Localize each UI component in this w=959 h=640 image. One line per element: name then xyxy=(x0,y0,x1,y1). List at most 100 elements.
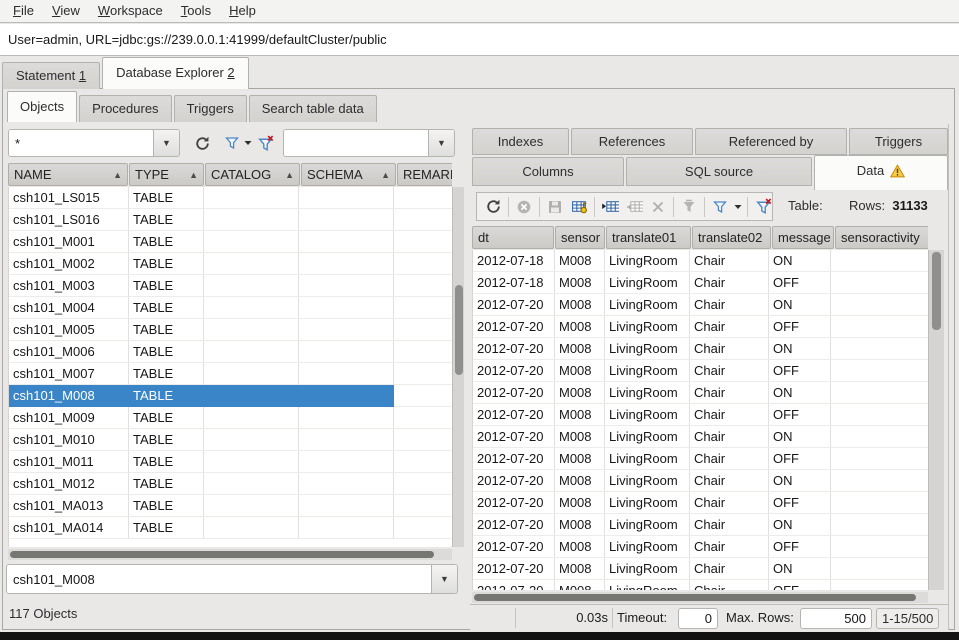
insert-row-icon[interactable] xyxy=(598,197,622,217)
column-header-sensor[interactable]: sensor xyxy=(555,226,605,249)
delete-row-icon[interactable] xyxy=(646,197,670,217)
scrollbar-thumb[interactable] xyxy=(10,551,434,558)
remove-filter-icon[interactable] xyxy=(751,197,773,217)
filter-icon[interactable] xyxy=(221,132,243,154)
table-row[interactable]: 2012-07-20M008LivingRoomChairON xyxy=(473,426,928,448)
table-row[interactable]: 2012-07-20M008LivingRoomChairON xyxy=(473,514,928,536)
timeout-input[interactable] xyxy=(678,608,718,629)
table-row[interactable]: 2012-07-20M008LivingRoomChairOFF xyxy=(473,316,928,338)
table-row[interactable]: csh101_M004TABLE xyxy=(9,297,452,319)
tab-search-table-data[interactable]: Search table data xyxy=(249,95,377,122)
column-header-dt[interactable]: dt xyxy=(472,226,554,249)
tab-data[interactable]: Data xyxy=(814,155,948,190)
update-table-icon[interactable] xyxy=(567,197,591,217)
reload-objects-icon[interactable] xyxy=(191,132,213,154)
caret-down-icon[interactable] xyxy=(732,197,744,217)
tab-database-explorer-2[interactable]: Database Explorer 2 xyxy=(102,57,249,89)
selected-table-combo[interactable]: ▼ xyxy=(6,564,458,594)
object-text-filter-combo[interactable]: ▼ xyxy=(283,129,455,157)
table-row[interactable]: csh101_M005TABLE xyxy=(9,319,452,341)
column-header-sensoractivity[interactable]: sensoractivity xyxy=(835,226,928,249)
table-row[interactable]: 2012-07-18M008LivingRoomChairOFF xyxy=(473,272,928,294)
table-row[interactable]: csh101_M012TABLE xyxy=(9,473,452,495)
max-rows-input[interactable] xyxy=(800,608,872,629)
table-row[interactable]: csh101_M010TABLE xyxy=(9,429,452,451)
table-row[interactable]: csh101_LS015TABLE xyxy=(9,187,452,209)
table-row[interactable]: csh101_M003TABLE xyxy=(9,275,452,297)
cell xyxy=(394,517,452,539)
table-row[interactable]: csh101_M009TABLE xyxy=(9,407,452,429)
table-row[interactable]: 2012-07-20M008LivingRoomChairON xyxy=(473,338,928,360)
table-row[interactable]: 2012-07-20M008LivingRoomChairOFF xyxy=(473,448,928,470)
tab-sql-source[interactable]: SQL source xyxy=(626,157,812,186)
object-text-filter-input[interactable] xyxy=(284,130,428,156)
column-header-type[interactable]: TYPE▲ xyxy=(129,163,204,186)
cell: TABLE xyxy=(129,275,204,297)
column-header-translate01[interactable]: translate01 xyxy=(606,226,691,249)
tab-statement-1[interactable]: Statement 1 xyxy=(2,62,100,89)
menu-file[interactable]: File xyxy=(4,0,43,22)
caret-down-icon[interactable] xyxy=(241,132,255,154)
table-row[interactable]: 2012-07-20M008LivingRoomChairOFF xyxy=(473,360,928,382)
table-row[interactable]: 2012-07-20M008LivingRoomChairOFF xyxy=(473,404,928,426)
chevron-down-icon[interactable]: ▼ xyxy=(431,565,457,593)
column-header-message[interactable]: message xyxy=(772,226,834,249)
copy-row-icon[interactable] xyxy=(622,197,646,217)
menu-tools[interactable]: Tools xyxy=(172,0,220,22)
remove-filter-icon[interactable] xyxy=(254,132,276,154)
menu-help[interactable]: Help xyxy=(220,0,265,22)
object-name-filter-combo[interactable]: ▼ xyxy=(8,129,180,157)
cell: M008 xyxy=(555,272,605,294)
table-row[interactable]: csh101_MA013TABLE xyxy=(9,495,452,517)
tab-objects[interactable]: Objects xyxy=(7,91,77,122)
tab-procedures[interactable]: Procedures xyxy=(79,95,171,122)
chevron-down-icon[interactable]: ▼ xyxy=(428,130,454,156)
filter-icon[interactable] xyxy=(708,197,732,217)
table-row[interactable]: csh101_M002TABLE xyxy=(9,253,452,275)
column-header-schema[interactable]: SCHEMA▲ xyxy=(301,163,396,186)
column-header-name[interactable]: NAME▲ xyxy=(8,163,128,186)
column-header-translate02[interactable]: translate02 xyxy=(692,226,771,249)
table-row[interactable]: 2012-07-20M008LivingRoomChairON xyxy=(473,382,928,404)
table-row[interactable]: 2012-07-18M008LivingRoomChairON xyxy=(473,250,928,272)
table-row[interactable]: csh101_M006TABLE xyxy=(9,341,452,363)
table-row[interactable]: csh101_MA014TABLE xyxy=(9,517,452,539)
menu-workspace[interactable]: Workspace xyxy=(89,0,172,22)
cancel-icon[interactable] xyxy=(512,197,536,217)
table-row-selected[interactable]: csh101_M008TABLE xyxy=(9,385,452,407)
table-row[interactable]: 2012-07-20M008LivingRoomChairOFF xyxy=(473,492,928,514)
column-header-catalog[interactable]: CATALOG▲ xyxy=(205,163,300,186)
table-row[interactable]: 2012-07-20M008LivingRoomChairON xyxy=(473,558,928,580)
scrollbar-thumb[interactable] xyxy=(455,285,463,375)
table-row[interactable]: csh101_M011TABLE xyxy=(9,451,452,473)
table-row[interactable]: 2012-07-20M008LivingRoomChairOFF xyxy=(473,536,928,558)
tab-references[interactable]: References xyxy=(571,128,693,155)
selected-table-input[interactable] xyxy=(7,565,431,593)
fetch-filter-icon[interactable] xyxy=(677,197,701,217)
scrollbar-thumb[interactable] xyxy=(932,252,941,330)
table-row[interactable]: 2012-07-20M008LivingRoomChairOFF xyxy=(473,580,928,590)
table-row[interactable]: csh101_LS016TABLE xyxy=(9,209,452,231)
save-icon[interactable] xyxy=(543,197,567,217)
tab-indexes[interactable]: Indexes xyxy=(472,128,569,155)
menu-view[interactable]: View xyxy=(43,0,89,22)
cell: M008 xyxy=(555,338,605,360)
table-row[interactable]: 2012-07-20M008LivingRoomChairON xyxy=(473,294,928,316)
column-header-remarks[interactable]: REMARKS xyxy=(397,163,452,186)
objects-horizontal-scrollbar[interactable] xyxy=(8,549,452,560)
objects-vertical-scrollbar[interactable] xyxy=(452,187,464,547)
refresh-icon[interactable] xyxy=(481,197,505,217)
cell: 2012-07-20 xyxy=(473,382,555,404)
table-row[interactable]: csh101_M001TABLE xyxy=(9,231,452,253)
chevron-down-icon[interactable]: ▼ xyxy=(153,130,179,156)
tab-columns[interactable]: Columns xyxy=(472,157,624,186)
scrollbar-thumb[interactable] xyxy=(474,594,916,601)
tab-triggers[interactable]: Triggers xyxy=(849,128,948,155)
data-vertical-scrollbar[interactable] xyxy=(928,250,944,590)
table-row[interactable]: 2012-07-20M008LivingRoomChairON xyxy=(473,470,928,492)
object-name-filter-input[interactable] xyxy=(9,130,153,156)
tab-referenced-by[interactable]: Referenced by xyxy=(695,128,847,155)
table-row[interactable]: csh101_M007TABLE xyxy=(9,363,452,385)
tab-triggers[interactable]: Triggers xyxy=(174,95,247,122)
data-horizontal-scrollbar[interactable] xyxy=(472,592,928,603)
